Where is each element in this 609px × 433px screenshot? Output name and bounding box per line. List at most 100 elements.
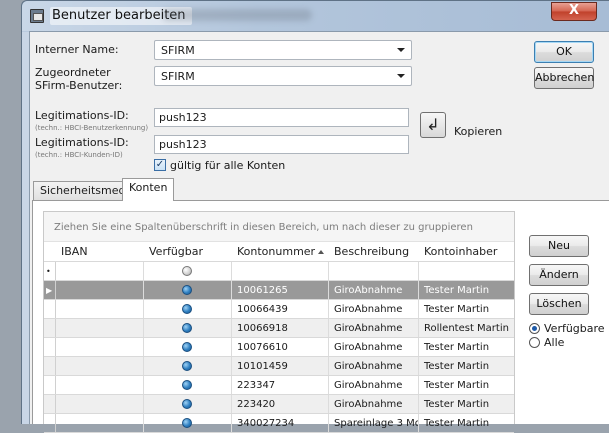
valid-all-accounts-label[interactable]: gültig für alle Konten [170,159,285,172]
chevron-down-icon [397,74,405,78]
column-header-iban[interactable]: IBAN [56,242,144,261]
owner-cell[interactable]: Tester Martin [419,281,515,299]
assigned-user-dropdown[interactable]: SFIRM [154,66,412,86]
available-cell[interactable] [144,338,232,356]
description-cell[interactable]: GiroAbnahme [329,395,419,413]
iban-cell[interactable] [56,319,144,337]
iban-cell[interactable] [56,395,144,413]
internal-name-label: Interner Name: [35,43,119,56]
account-number-cell[interactable]: 10101459 [232,357,329,375]
column-header-available[interactable]: Verfügbar [144,242,232,261]
grid-header-row: IBAN Verfügbar Kontonummer Beschreibung … [44,242,514,262]
edit-user-window: Benutzer bearbeiten X Interner Name: SFI… [21,0,609,433]
ok-button[interactable]: OK [534,41,594,63]
dialog-client-area: Interner Name: SFIRM Zugeordneter SFirm-… [29,31,609,433]
column-header-account-number[interactable]: Kontonummer [232,242,329,261]
description-cell[interactable]: GiroAbnahme [329,319,419,337]
filter-all-radio[interactable] [529,337,540,348]
account-number-cell[interactable]: 10076610 [232,338,329,356]
column-header-description[interactable]: Beschreibung [329,242,419,261]
new-row-account-cell[interactable] [232,262,329,280]
window-icon [30,9,44,23]
available-cell[interactable] [144,414,232,432]
row-indicator [44,300,56,318]
close-button[interactable]: X [551,2,597,21]
delete-button[interactable]: Löschen [529,293,589,315]
table-row[interactable]: 10066439 GiroAbnahme Tester Martin [44,300,514,319]
description-cell[interactable]: Spareinlage 3 Mo... [329,414,419,432]
iban-cell[interactable] [56,281,144,299]
valid-all-accounts-checkbox[interactable]: ✓ [154,159,166,171]
iban-cell[interactable] [56,414,144,432]
legit-id1-input[interactable]: push123 [154,108,409,127]
available-cell[interactable] [144,300,232,318]
new-row-available-cell[interactable] [144,262,232,280]
table-row[interactable]: 10066918 GiroAbnahme Rollentest Martin [44,319,514,338]
iban-cell[interactable] [56,376,144,394]
change-button[interactable]: Ändern [529,264,589,286]
new-row-iban-cell[interactable] [56,262,144,280]
iban-cell[interactable] [56,338,144,356]
account-number-cell[interactable]: 10066439 [232,300,329,318]
assigned-user-label: Zugeordneter SFirm-Benutzer: [35,66,123,92]
description-cell[interactable]: GiroAbnahme [329,338,419,356]
column-header-owner[interactable]: Kontoinhaber [419,242,515,261]
filter-available-label[interactable]: Verfügbare [544,322,605,335]
legit-id2-sub: (techn.: HBCI-Kunden-ID) [35,151,123,159]
account-number-cell[interactable]: 10066918 [232,319,329,337]
owner-cell[interactable]: Tester Martin [419,376,515,394]
table-row[interactable]: 10076610 GiroAbnahme Tester Martin [44,338,514,357]
new-row-description-cell[interactable] [329,262,419,280]
available-cell[interactable] [144,357,232,375]
new-row[interactable]: • [44,262,514,281]
description-cell[interactable]: GiroAbnahme [329,357,419,375]
owner-cell[interactable]: Tester Martin [419,300,515,318]
available-cell[interactable] [144,319,232,337]
row-pointer-icon: ▶ [44,281,56,299]
description-cell[interactable]: GiroAbnahme [329,281,419,299]
available-cell[interactable] [144,376,232,394]
iban-cell[interactable] [56,357,144,375]
account-number-cell[interactable]: 223347 [232,376,329,394]
filter-all-label[interactable]: Alle [544,336,564,349]
description-cell[interactable]: GiroAbnahme [329,376,419,394]
available-cell[interactable] [144,395,232,413]
copy-button[interactable]: ↲ [420,112,446,138]
row-indicator [44,395,56,413]
copy-label: Kopieren [454,125,503,138]
available-cell[interactable] [144,281,232,299]
iban-cell[interactable] [56,300,144,318]
owner-cell[interactable]: Tester Martin [419,338,515,356]
owner-cell[interactable]: Tester Martin [419,395,515,413]
internal-name-dropdown[interactable]: SFIRM [154,40,412,60]
cancel-button[interactable]: Abbrechen [534,67,594,89]
owner-cell[interactable]: Rollentest Martin [419,319,515,337]
row-indicator [44,319,56,337]
description-cell[interactable]: GiroAbnahme [329,300,419,318]
legit-id2-input[interactable]: push123 [154,135,409,154]
account-number-cell[interactable]: 223420 [232,395,329,413]
available-dot-icon [182,304,192,314]
table-row[interactable]: 223420 GiroAbnahme Tester Martin [44,395,514,414]
owner-cell[interactable]: Tester Martin [419,357,515,375]
new-button[interactable]: Neu [529,235,589,257]
group-by-area[interactable]: Ziehen Sie eine Spaltenüberschrift in di… [44,212,514,242]
new-row-icon: • [44,262,56,280]
available-dot-icon [182,285,192,295]
account-number-cell[interactable]: 340027234 [232,414,329,432]
tab-accounts[interactable]: Konten [122,178,175,201]
table-row[interactable]: 223347 GiroAbnahme Tester Martin [44,376,514,395]
table-row[interactable]: ▶ 10061265 GiroAbnahme Tester Martin [44,281,514,300]
row-indicator [44,414,56,432]
available-dot-icon [182,342,192,352]
sort-ascending-icon [318,250,324,254]
assigned-user-value: SFIRM [161,70,195,83]
owner-cell[interactable]: Tester Martin [419,414,515,432]
title-bar[interactable]: Benutzer bearbeiten X [22,1,609,31]
available-dot-icon [182,380,192,390]
accounts-grid: Ziehen Sie eine Spaltenüberschrift in di… [43,211,515,433]
table-row[interactable]: 10101459 GiroAbnahme Tester Martin [44,357,514,376]
account-number-cell[interactable]: 10061265 [232,281,329,299]
filter-available-radio[interactable] [529,323,540,334]
new-row-owner-cell[interactable] [419,262,515,280]
